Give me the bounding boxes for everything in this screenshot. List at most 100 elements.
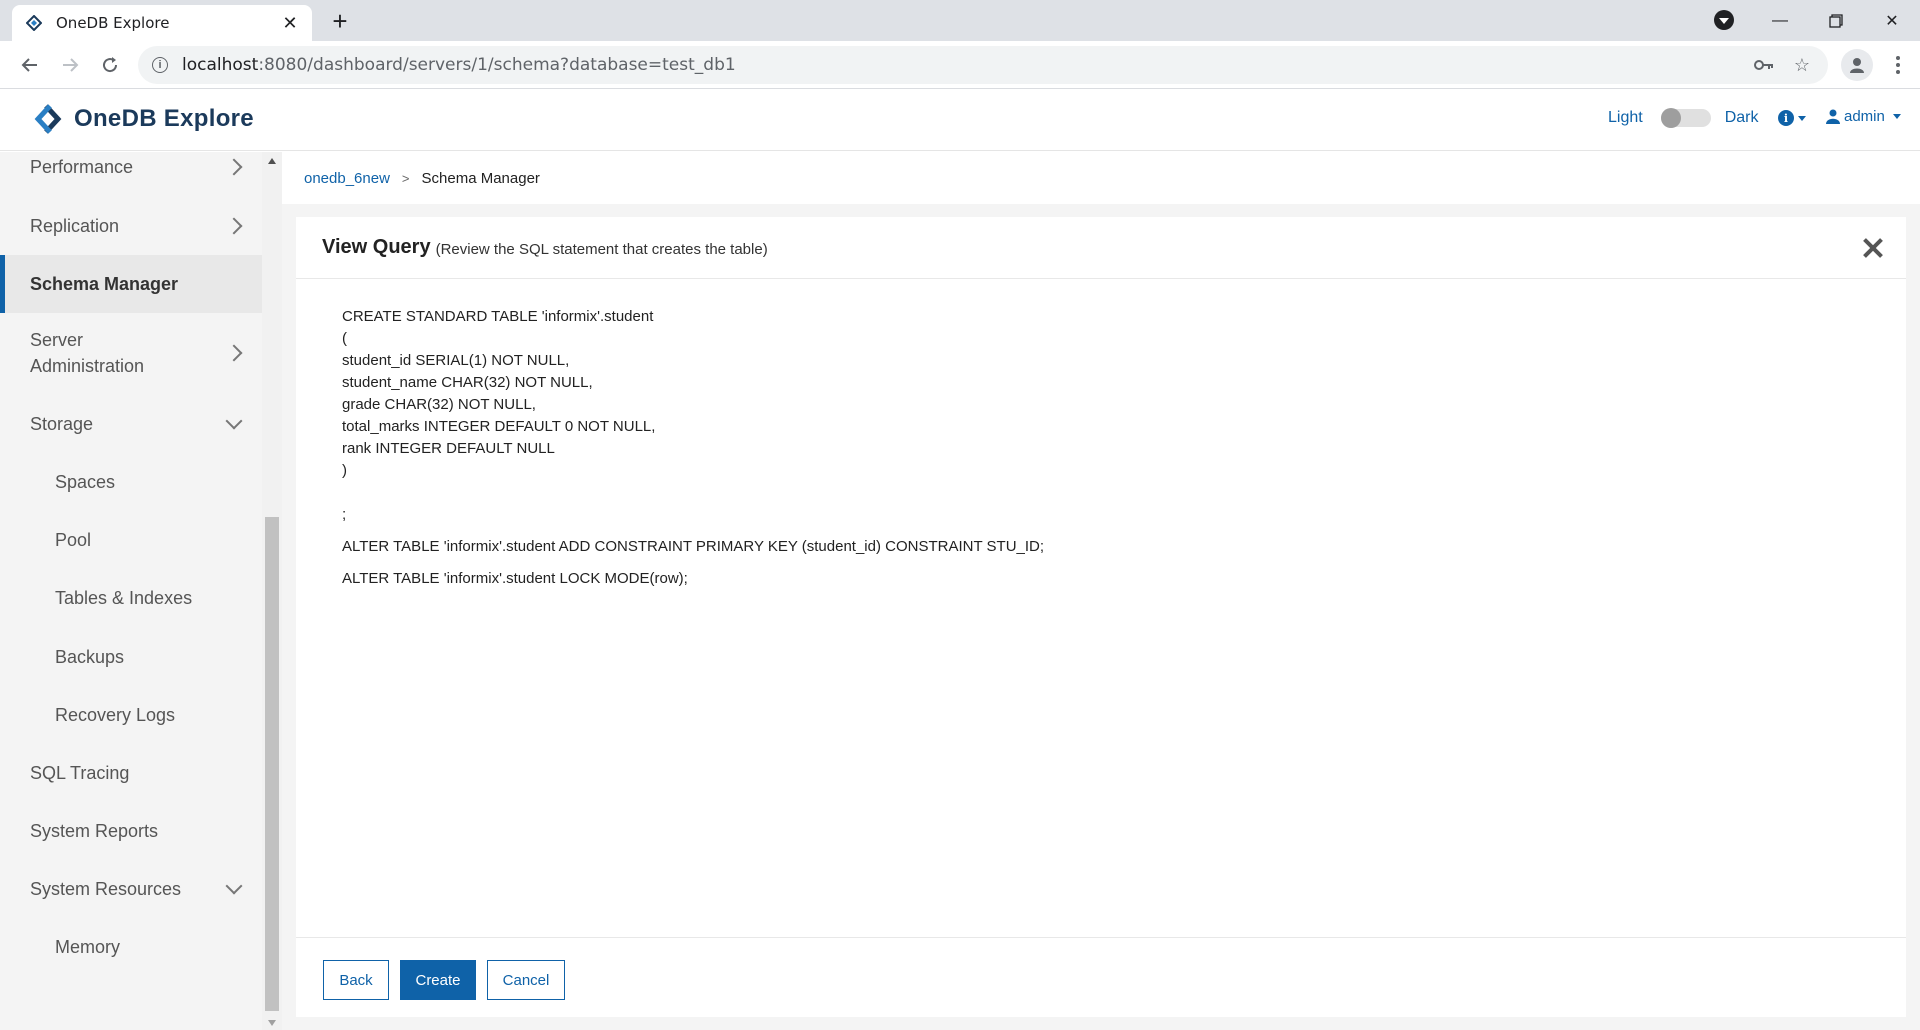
url-text: localhost:8080/dashboard/servers/1/schem… bbox=[182, 55, 736, 75]
panel-title: View Query bbox=[322, 236, 431, 258]
breadcrumb-current: Schema Manager bbox=[421, 169, 540, 187]
user-icon bbox=[1826, 109, 1840, 124]
chevron-down-icon bbox=[225, 412, 243, 430]
panel-header: View Query (Review the SQL statement tha… bbox=[296, 217, 1906, 279]
logo-text: OneDB Explore bbox=[74, 105, 254, 132]
sidebar-item-performance[interactable]: Performance bbox=[0, 152, 262, 195]
browser-tab-bar: OneDB Explore ✕ + — ✕ bbox=[0, 0, 1920, 41]
chevron-right-icon bbox=[225, 158, 243, 176]
profile-avatar-icon[interactable] bbox=[1841, 49, 1873, 81]
sidebar-item-label: Backups bbox=[55, 646, 125, 667]
key-icon[interactable] bbox=[1752, 53, 1776, 77]
panel-subtitle: (Review the SQL statement that creates t… bbox=[435, 240, 768, 258]
sql-line: ALTER TABLE 'informix'.student ADD CONST… bbox=[342, 538, 1045, 555]
sql-line: student_name CHAR(32) NOT NULL, bbox=[342, 374, 593, 391]
reload-icon[interactable] bbox=[96, 51, 124, 79]
back-arrow-icon[interactable] bbox=[16, 51, 44, 79]
sql-line: student_id SERIAL(1) NOT NULL, bbox=[342, 352, 570, 369]
sql-line: CREATE STANDARD TABLE 'informix'.student bbox=[342, 308, 654, 325]
sidebar-item-schema-manager[interactable]: Schema Manager bbox=[0, 255, 262, 313]
theme-light-label: Light bbox=[1608, 109, 1643, 126]
cancel-button[interactable]: Cancel bbox=[487, 960, 565, 1000]
sidebar-item-pool[interactable]: Pool bbox=[0, 513, 262, 567]
theme-dark-label: Dark bbox=[1724, 109, 1759, 126]
sidebar-item-label: Server Administration bbox=[30, 330, 145, 376]
breadcrumb-separator: > bbox=[401, 170, 410, 186]
sidebar-item-label: Schema Manager bbox=[30, 273, 179, 294]
sidebar-item-label: Memory bbox=[55, 936, 121, 957]
breadcrumb: onedb_6new > Schema Manager bbox=[282, 152, 1920, 204]
sidebar-item-replication[interactable]: Replication bbox=[0, 199, 262, 253]
sidebar-item-sql-tracing[interactable]: SQL Tracing bbox=[0, 746, 262, 800]
sidebar-item-system-reports[interactable]: System Reports bbox=[0, 804, 262, 858]
theme-switch[interactable] bbox=[1660, 108, 1711, 128]
sql-line: ALTER TABLE 'informix'.student LOCK MODE… bbox=[342, 570, 688, 587]
sidebar-item-label: SQL Tracing bbox=[30, 762, 130, 783]
sidebar-item-spaces[interactable]: Spaces bbox=[0, 455, 262, 509]
chevron-down-icon bbox=[1892, 114, 1901, 119]
restore-icon[interactable] bbox=[1808, 0, 1864, 41]
sql-statement: CREATE STANDARD TABLE 'informix'.student… bbox=[342, 306, 1044, 590]
new-tab-icon[interactable]: + bbox=[326, 7, 354, 35]
breadcrumb-link-server[interactable]: onedb_6new bbox=[304, 170, 390, 187]
close-window-icon[interactable]: ✕ bbox=[1864, 0, 1920, 41]
sql-line: ; bbox=[342, 506, 347, 523]
create-button[interactable]: Create bbox=[400, 960, 476, 1000]
sidebar-item-label: System Resources bbox=[30, 878, 182, 899]
scroll-up-arrow-icon[interactable] bbox=[268, 158, 276, 164]
sidebar-item-label: Spaces bbox=[55, 471, 116, 492]
browser-toolbar: i localhost:8080/dashboard/servers/1/sch… bbox=[0, 41, 1920, 89]
onedb-favicon-icon bbox=[24, 13, 44, 33]
sidebar-item-tables-indexes[interactable]: Tables & Indexes bbox=[0, 571, 262, 625]
scroll-down-arrow-icon[interactable] bbox=[268, 1020, 276, 1026]
panel-footer: Back Create Cancel bbox=[296, 937, 1906, 1017]
browser-menu-icon[interactable] bbox=[1888, 51, 1908, 79]
chevron-right-icon bbox=[225, 217, 243, 235]
close-icon[interactable] bbox=[1862, 237, 1884, 259]
sql-line: ( bbox=[342, 330, 347, 347]
tab-title: OneDB Explore bbox=[56, 14, 170, 32]
sidebar-item-system-resources[interactable]: System Resources bbox=[0, 862, 262, 916]
sidebar-item-label: Tables & Indexes bbox=[55, 587, 193, 608]
sql-gap bbox=[342, 558, 1044, 568]
sql-line: rank INTEGER DEFAULT NULL bbox=[342, 440, 555, 457]
theme-toggle[interactable]: Light Dark bbox=[1608, 108, 1759, 128]
sidebar-item-label: Storage bbox=[30, 413, 94, 434]
tab-close-icon[interactable]: ✕ bbox=[280, 13, 300, 34]
app-header: OneDB Explore Light Dark i admin bbox=[0, 89, 1920, 151]
user-name: admin bbox=[1844, 108, 1885, 125]
sidebar-item-memory[interactable]: Memory bbox=[0, 920, 262, 974]
onedb-logo-icon bbox=[34, 104, 62, 134]
back-button[interactable]: Back bbox=[323, 960, 389, 1000]
chevron-right-icon bbox=[225, 344, 243, 362]
sql-gap bbox=[342, 526, 1044, 536]
app-logo[interactable]: OneDB Explore bbox=[30, 104, 254, 134]
bookmark-star-icon[interactable]: ☆ bbox=[1790, 53, 1814, 77]
sidebar-item-label: Replication bbox=[30, 215, 120, 236]
sidebar-item-recovery-logs[interactable]: Recovery Logs bbox=[0, 688, 262, 742]
site-info-icon[interactable]: i bbox=[152, 57, 168, 73]
sidebar-item-label: System Reports bbox=[30, 820, 159, 841]
forward-arrow-icon[interactable] bbox=[56, 51, 84, 79]
sidebar-item-backups[interactable]: Backups bbox=[0, 630, 262, 684]
user-menu-button[interactable]: admin bbox=[1826, 108, 1901, 125]
sql-line: grade CHAR(32) NOT NULL, bbox=[342, 396, 536, 413]
sidebar-item-label: Performance bbox=[30, 156, 134, 177]
sql-line: ) bbox=[342, 462, 347, 479]
address-bar[interactable]: i localhost:8080/dashboard/servers/1/sch… bbox=[138, 46, 1828, 84]
browser-tab[interactable]: OneDB Explore ✕ bbox=[12, 5, 312, 41]
sidebar-item-label: Pool bbox=[55, 529, 92, 550]
chevron-down-icon bbox=[1798, 115, 1806, 121]
sidebar-scrollbar[interactable] bbox=[262, 152, 282, 1030]
sidebar-item-storage[interactable]: Storage bbox=[0, 397, 262, 451]
sidebar: Performance Replication Schema Manager S… bbox=[0, 152, 262, 1030]
info-icon: i bbox=[1778, 110, 1794, 126]
view-query-panel: View Query (Review the SQL statement tha… bbox=[296, 217, 1906, 1017]
help-menu-button[interactable]: i bbox=[1778, 110, 1806, 126]
sidebar-item-server-administration[interactable]: Server Administration bbox=[0, 315, 262, 391]
sql-line-blank bbox=[342, 482, 1044, 504]
tab-search-icon[interactable] bbox=[1714, 10, 1734, 30]
minimize-icon[interactable]: — bbox=[1752, 0, 1808, 41]
scrollbar-thumb[interactable] bbox=[265, 517, 279, 1011]
sql-line: total_marks INTEGER DEFAULT 0 NOT NULL, bbox=[342, 418, 656, 435]
